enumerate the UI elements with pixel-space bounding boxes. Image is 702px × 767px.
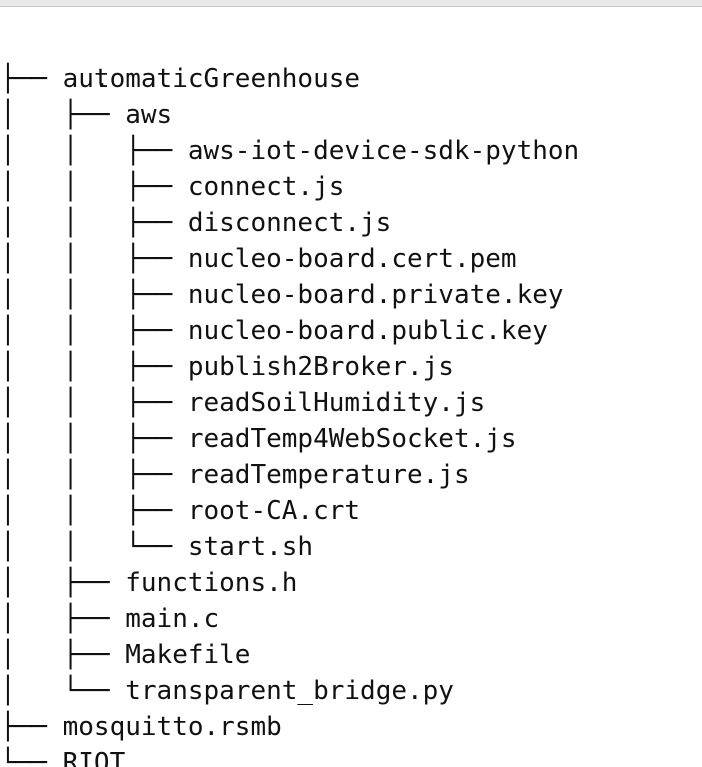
tree-item-publish2Broker-js: │ │ ├── publish2Broker.js [0, 349, 579, 385]
tree-item-label: main.c [125, 604, 220, 634]
tree-item-label: functions.h [125, 568, 298, 598]
tree-item-label: aws [125, 100, 173, 130]
tree-item-readSoilHumidity-js: │ │ ├── readSoilHumidity.js [0, 385, 579, 421]
tree-branch: │ ├── [0, 640, 126, 670]
tree-item-label: mosquitto.rsmb [62, 712, 282, 742]
tree-item-aws-iot-device-sdk-python: │ │ ├── aws-iot-device-sdk-python [0, 133, 579, 169]
tree-item-label: Makefile [125, 640, 251, 670]
tree-item-label: publish2Broker.js [187, 352, 454, 382]
tree-branch: │ │ ├── [0, 208, 188, 238]
tree-branch: │ ├── [0, 100, 126, 130]
tree-item-functions-h: │ ├── functions.h [0, 565, 579, 601]
tree-item-Makefile: │ ├── Makefile [0, 637, 579, 673]
tree-branch: │ │ └── [0, 532, 188, 562]
tree-item-readTemp4WebSocket-js: │ │ ├── readTemp4WebSocket.js [0, 421, 579, 457]
tree-item-RIOT: └── RIOT [0, 745, 579, 767]
tree-branch: │ │ ├── [0, 388, 188, 418]
tree-item-label: disconnect.js [187, 208, 392, 238]
tree-branch: │ │ ├── [0, 244, 188, 274]
tree-item-label: readTemp4WebSocket.js [187, 424, 517, 454]
tree-item-transparent-bridge-py: │ └── transparent_bridge.py [0, 673, 579, 709]
tree-item-readTemperature-js: │ │ ├── readTemperature.js [0, 457, 579, 493]
tree-item-label: nucleo-board.private.key [187, 280, 564, 310]
tree-item-label: nucleo-board.cert.pem [187, 244, 517, 274]
tree-branch: │ │ ├── [0, 316, 188, 346]
tree-item-root-CA-crt: │ │ ├── root-CA.crt [0, 493, 579, 529]
tree-item-nucleo-board-cert-pem: │ │ ├── nucleo-board.cert.pem [0, 241, 579, 277]
tree-item-start-sh: │ │ └── start.sh [0, 529, 579, 565]
directory-tree: . ├── automaticGreenhouse │ ├── aws │ │ … [0, 25, 579, 767]
terminal-window: . ├── automaticGreenhouse │ ├── aws │ │ … [0, 0, 702, 767]
tree-branch: │ ├── [0, 568, 126, 598]
tree-branch: │ │ ├── [0, 352, 188, 382]
tree-branch: │ ├── [0, 604, 126, 634]
tree-branch: │ │ ├── [0, 496, 188, 526]
tree-item-main-c: │ ├── main.c [0, 601, 579, 637]
tree-item-label: RIOT [62, 748, 126, 767]
tree-branch: │ │ ├── [0, 280, 188, 310]
tree-item-label: nucleo-board.public.key [187, 316, 548, 346]
tree-item-aws: │ ├── aws [0, 97, 579, 133]
tree-item-nucleo-board-private-key: │ │ ├── nucleo-board.private.key [0, 277, 579, 313]
tree-item-automaticGreenhouse: ├── automaticGreenhouse [0, 61, 579, 97]
tree-branch: │ │ ├── [0, 460, 188, 490]
tree-item-mosquitto-rsmb: ├── mosquitto.rsmb [0, 709, 579, 745]
tree-branch: │ └── [0, 676, 126, 706]
tree-item-label: aws-iot-device-sdk-python [187, 136, 580, 166]
tree-item-label: readSoilHumidity.js [187, 388, 486, 418]
tree-item-label: readTemperature.js [187, 460, 470, 490]
tree-item-label: automaticGreenhouse [62, 64, 361, 94]
tree-item-label: root-CA.crt [187, 496, 361, 526]
tree-branch: │ │ ├── [0, 136, 188, 166]
tree-item-disconnect-js: │ │ ├── disconnect.js [0, 205, 579, 241]
tree-item-label: start.sh [187, 532, 314, 562]
tree-item-label: transparent_bridge.py [125, 676, 454, 706]
tree-item-connect-js: │ │ ├── connect.js [0, 169, 579, 205]
tree-branch: ├── [0, 64, 63, 94]
tree-item-nucleo-board-public-key: │ │ ├── nucleo-board.public.key [0, 313, 579, 349]
tree-branch: │ │ ├── [0, 172, 188, 202]
window-top-edge [0, 0, 702, 7]
tree-item-label: connect.js [187, 172, 345, 202]
tree-branch: │ │ ├── [0, 424, 188, 454]
tree-root: . [0, 25, 579, 94]
tree-branch: └── [0, 748, 63, 767]
tree-branch: ├── [0, 712, 63, 742]
